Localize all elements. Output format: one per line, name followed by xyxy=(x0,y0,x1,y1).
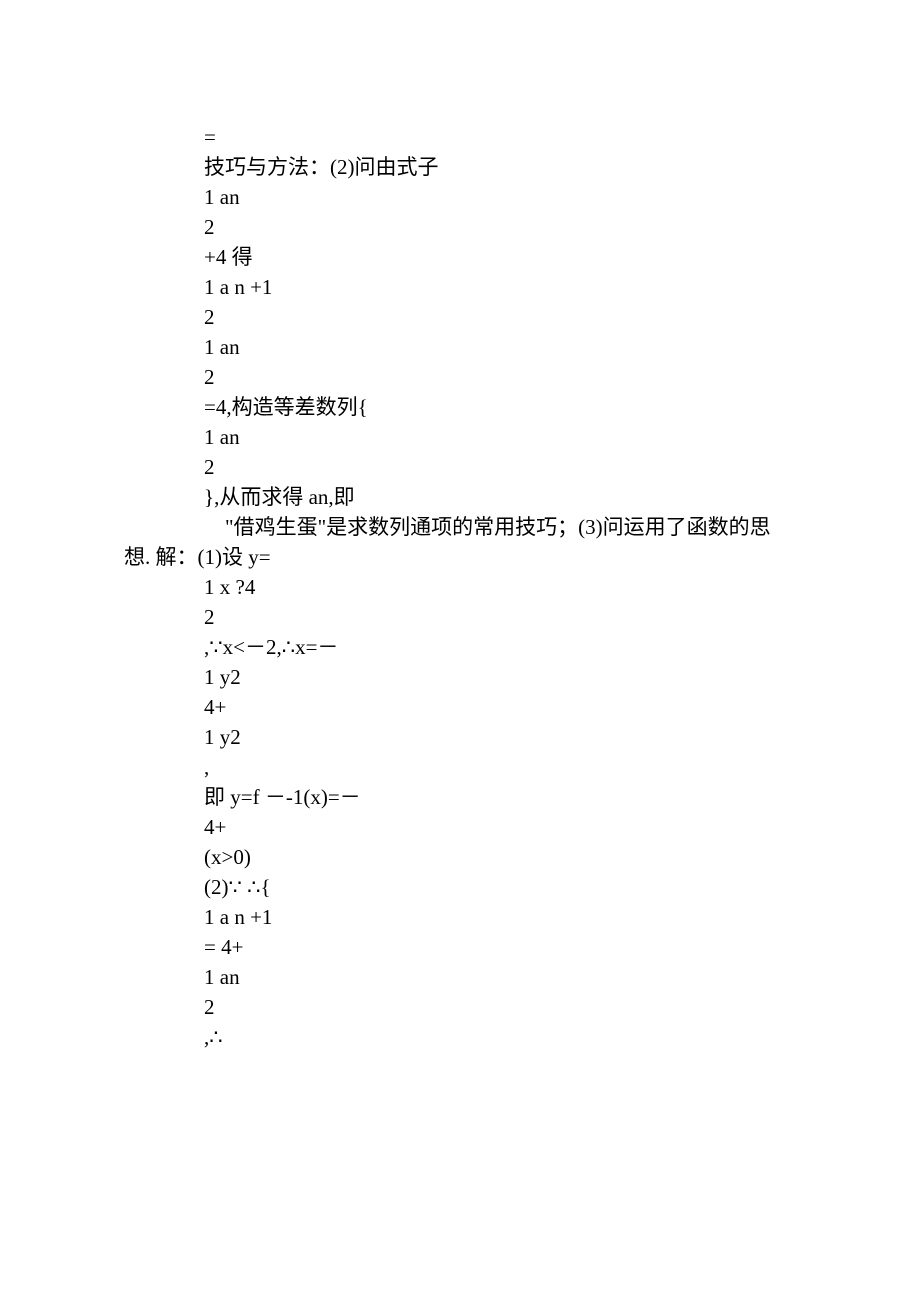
text-line: 2 xyxy=(204,302,800,332)
text-line: 1 y2 xyxy=(204,722,800,752)
text-line: = xyxy=(204,122,800,152)
text-line: 2 xyxy=(204,212,800,242)
text-line: 1 an xyxy=(204,422,800,452)
text-line: , xyxy=(204,752,800,782)
document-page: = 技巧与方法：(2)问由式子 1 an 2 +4 得 1 a n +1 2 1… xyxy=(0,0,920,1302)
text-line: 1 an xyxy=(204,182,800,212)
text-line: 4+ xyxy=(204,812,800,842)
text-line: "借鸡生蛋"是求数列通项的常用技巧；(3)问运用了函数的思 xyxy=(124,512,800,542)
text-line: +4 得 xyxy=(204,242,800,272)
text-line: 想. 解：(1)设 y= xyxy=(124,542,800,572)
text-line: ,∴ xyxy=(204,1022,800,1052)
text-line: ,∵x<－2,∴x=－ xyxy=(204,632,800,662)
text-line: (x>0) xyxy=(204,842,800,872)
text-line: 4+ xyxy=(204,692,800,722)
text-line: 1 y2 xyxy=(204,662,800,692)
text-line: (2)∵ ∴{ xyxy=(204,872,800,902)
text-line: 2 xyxy=(204,452,800,482)
text-line: 1 an xyxy=(204,962,800,992)
text-line: 2 xyxy=(204,362,800,392)
text-line: =4,构造等差数列{ xyxy=(204,392,800,422)
text-line: 1 a n +1 xyxy=(204,272,800,302)
text-line: = 4+ xyxy=(204,932,800,962)
text-line: 即 y=f －-1(x)=－ xyxy=(204,782,800,812)
text-line: 2 xyxy=(204,602,800,632)
wrapped-paragraph: "借鸡生蛋"是求数列通项的常用技巧；(3)问运用了函数的思 想. 解：(1)设 … xyxy=(124,512,800,572)
text-line: 1 an xyxy=(204,332,800,362)
text-line: 1 x ?4 xyxy=(204,572,800,602)
text-line: 1 a n +1 xyxy=(204,902,800,932)
text-line: },从而求得 an,即 xyxy=(204,482,800,512)
text-line: 2 xyxy=(204,992,800,1022)
text-line: 技巧与方法：(2)问由式子 xyxy=(204,152,800,182)
